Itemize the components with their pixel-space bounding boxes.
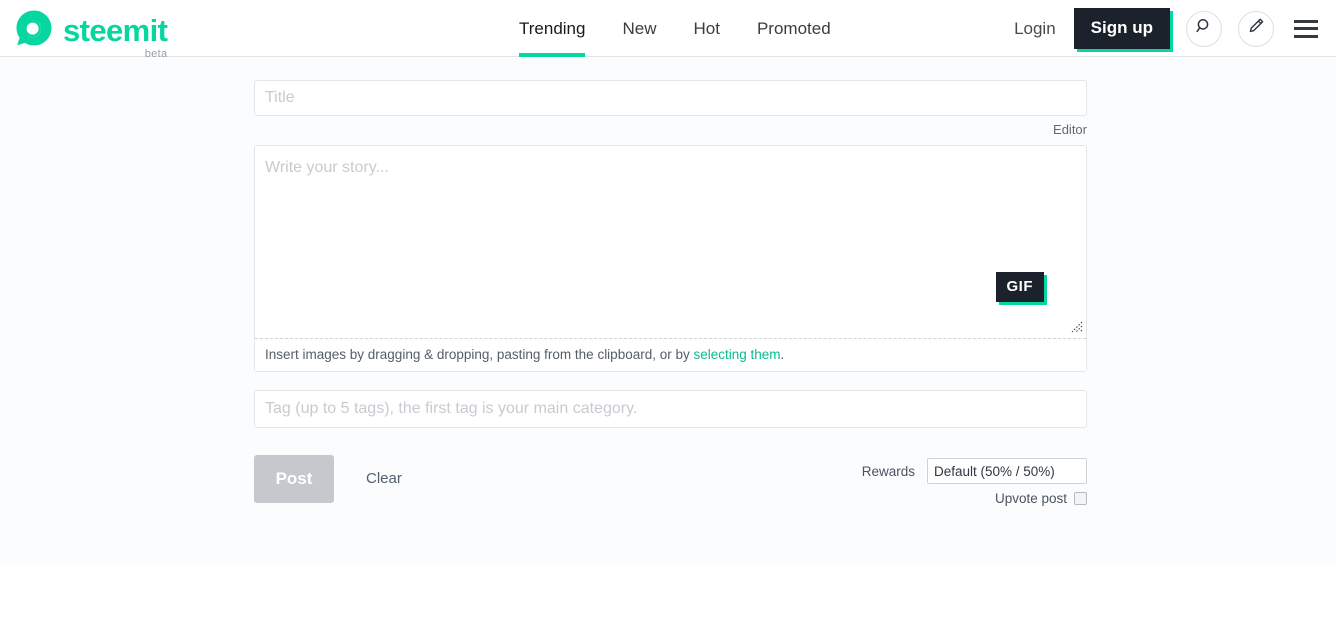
steemit-logo-icon <box>14 8 54 48</box>
brand-home-link[interactable]: steemit beta <box>14 8 168 60</box>
editor-actions-row: Post Clear Rewards Default (50% / 50%) U… <box>254 455 1087 525</box>
signup-button[interactable]: Sign up <box>1073 8 1170 49</box>
pencil-icon <box>1247 17 1265 40</box>
search-icon <box>1195 17 1213 40</box>
search-button[interactable] <box>1186 10 1222 47</box>
post-body-textarea[interactable] <box>255 146 1086 338</box>
upvote-post-checkbox[interactable] <box>1074 492 1087 505</box>
post-title-input[interactable] <box>254 80 1087 116</box>
gif-picker-button[interactable]: GIF <box>995 272 1044 302</box>
rewards-row: Rewards Default (50% / 50%) <box>862 458 1087 484</box>
nav-item-new[interactable]: New <box>622 0 656 57</box>
compose-post-button[interactable] <box>1238 10 1274 47</box>
post-body-container: GIF Insert images by dragging & dropping… <box>254 145 1087 372</box>
brand-name: steemit <box>63 13 168 48</box>
post-submit-button[interactable]: Post <box>254 455 334 503</box>
hamburger-menu-icon[interactable] <box>1294 19 1318 38</box>
header-actions: Login Sign up <box>1014 0 1336 57</box>
rewards-select[interactable]: Default (50% / 50%) <box>927 458 1087 484</box>
clear-form-link[interactable]: Clear <box>366 470 402 487</box>
post-tags-input[interactable] <box>254 390 1087 428</box>
nav-item-trending[interactable]: Trending <box>519 0 586 57</box>
nav-item-hot[interactable]: Hot <box>693 0 719 57</box>
dropzone-hint-period: . <box>780 347 785 362</box>
editor-mode-toggle[interactable]: Editor <box>1053 122 1087 137</box>
brand-wordmark: steemit beta <box>63 13 168 60</box>
post-editor-form: Editor GIF Insert images by dragging & d… <box>254 80 1087 525</box>
upvote-post-row[interactable]: Upvote post <box>995 491 1087 506</box>
image-dropzone-hint: Insert images by dragging & dropping, pa… <box>255 338 1086 371</box>
hamburger-line <box>1294 27 1318 30</box>
primary-nav: Trending New Hot Promoted <box>519 0 831 57</box>
nav-item-promoted[interactable]: Promoted <box>757 0 831 57</box>
hamburger-line <box>1294 19 1318 23</box>
rewards-label: Rewards <box>861 463 915 479</box>
login-link[interactable]: Login <box>1014 19 1056 39</box>
steemit-submit-page: steemit beta Trending New Hot Promoted L… <box>0 0 1336 618</box>
editor-switch-row: Editor <box>254 121 1087 139</box>
hamburger-line <box>1294 34 1318 38</box>
upvote-post-label: Upvote post <box>994 491 1067 506</box>
site-header: steemit beta Trending New Hot Promoted L… <box>0 0 1336 60</box>
dropzone-hint-text: Insert images by dragging & dropping, pa… <box>265 347 694 362</box>
select-images-link[interactable]: selecting them <box>694 347 781 362</box>
